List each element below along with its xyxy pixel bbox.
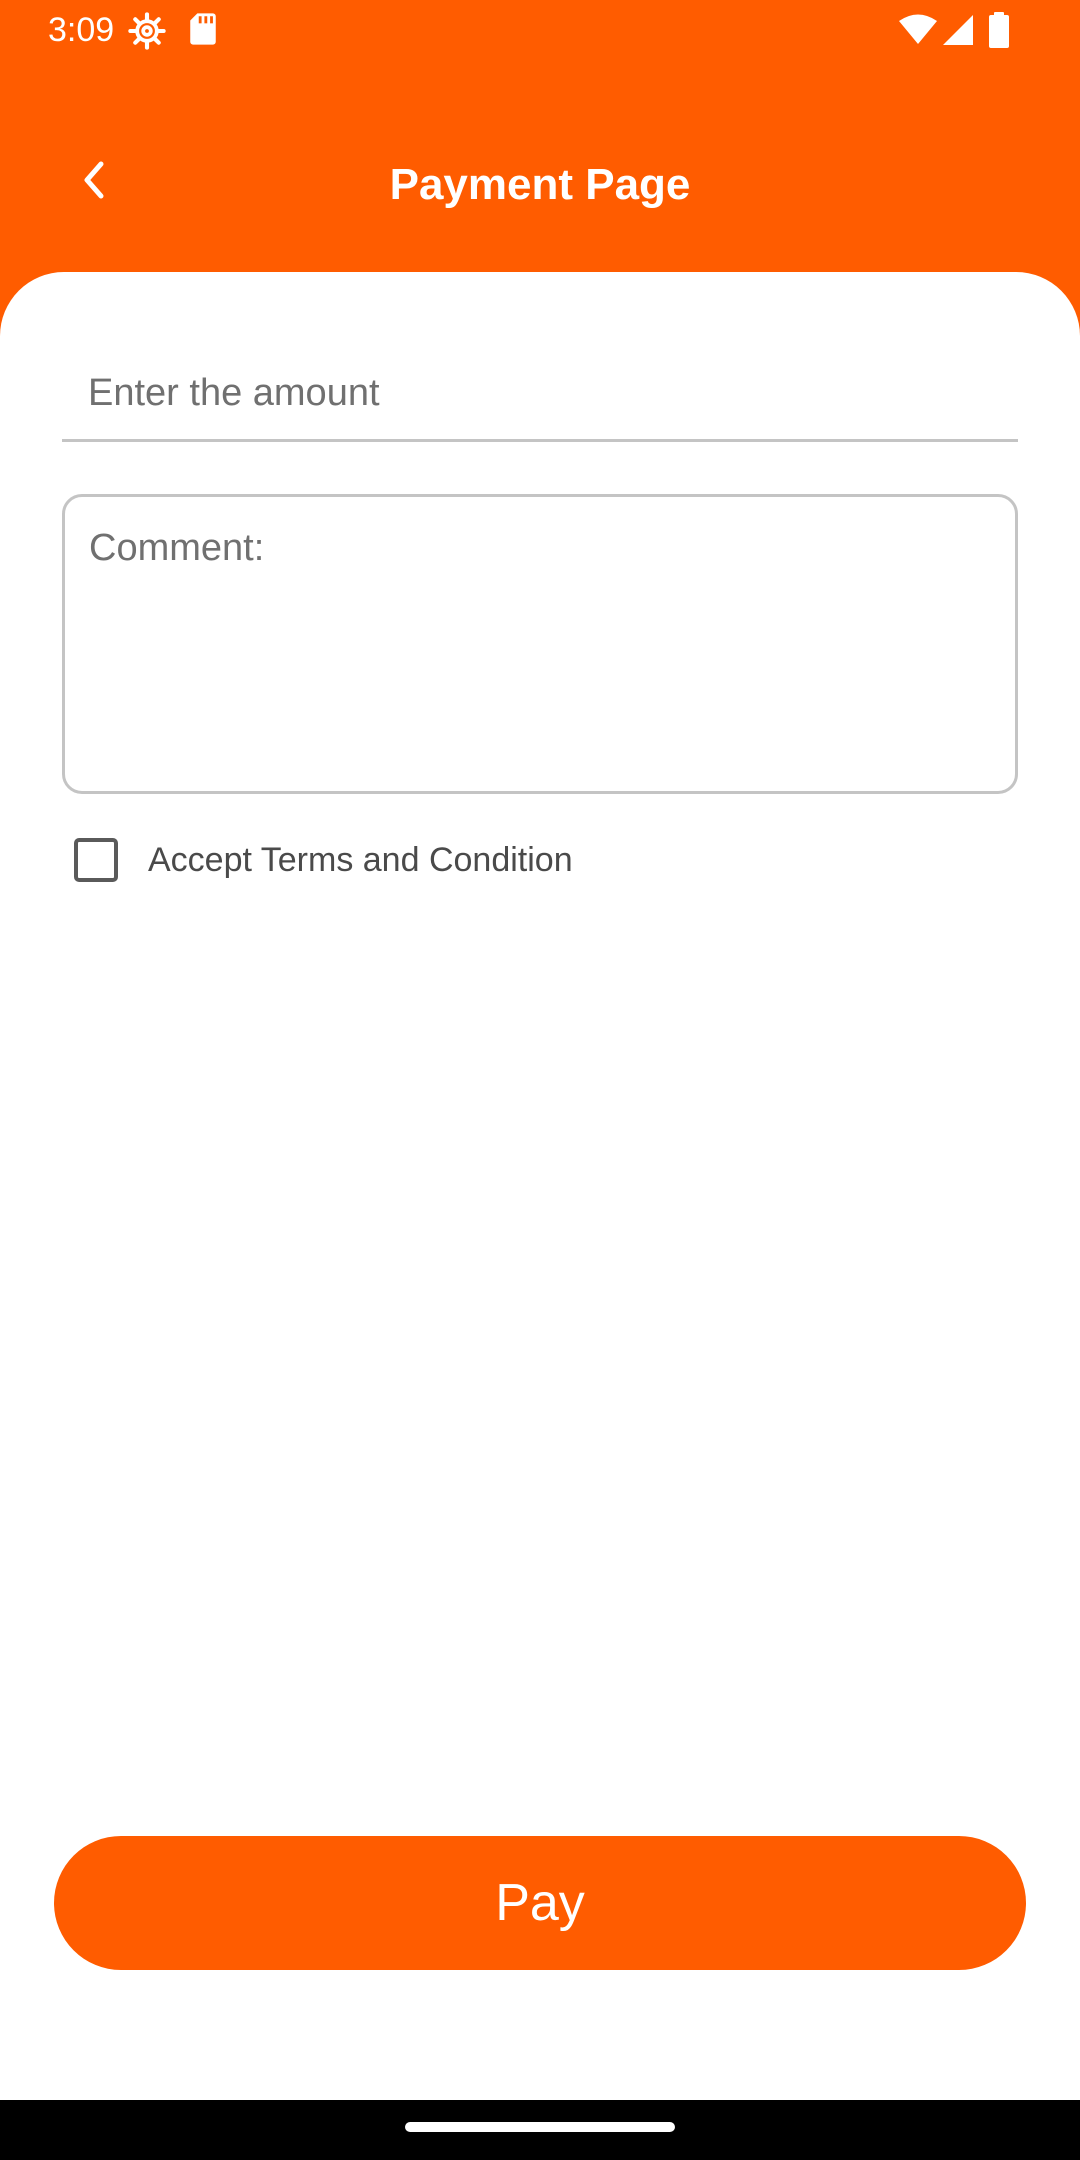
pay-button[interactable]: Pay (54, 1836, 1026, 1970)
home-gesture-handle[interactable] (405, 2122, 675, 2132)
wifi-icon (898, 14, 938, 51)
settings-gear-icon (128, 12, 166, 55)
sd-card-icon (188, 12, 218, 51)
terms-label: Accept Terms and Condition (148, 840, 573, 879)
payment-screen: 3:09 Payment Page Enter the amount Comme… (0, 0, 1080, 2160)
payment-form-sheet: Accept Terms and Condition Pay (0, 272, 1080, 2100)
app-bar: Payment Page (0, 60, 1080, 272)
pay-button-label: Pay (495, 1874, 585, 1932)
status-time: 3:09 (48, 11, 115, 49)
terms-checkbox[interactable] (74, 838, 118, 882)
battery-icon (988, 12, 1010, 53)
comment-textarea[interactable] (62, 494, 1018, 794)
cell-signal-icon (942, 14, 974, 51)
status-bar: 3:09 (0, 0, 1080, 60)
navigation-bar (0, 2100, 1080, 2160)
page-title: Payment Page (389, 160, 691, 209)
terms-row[interactable]: Accept Terms and Condition (74, 830, 573, 890)
amount-input[interactable] (62, 348, 1018, 442)
